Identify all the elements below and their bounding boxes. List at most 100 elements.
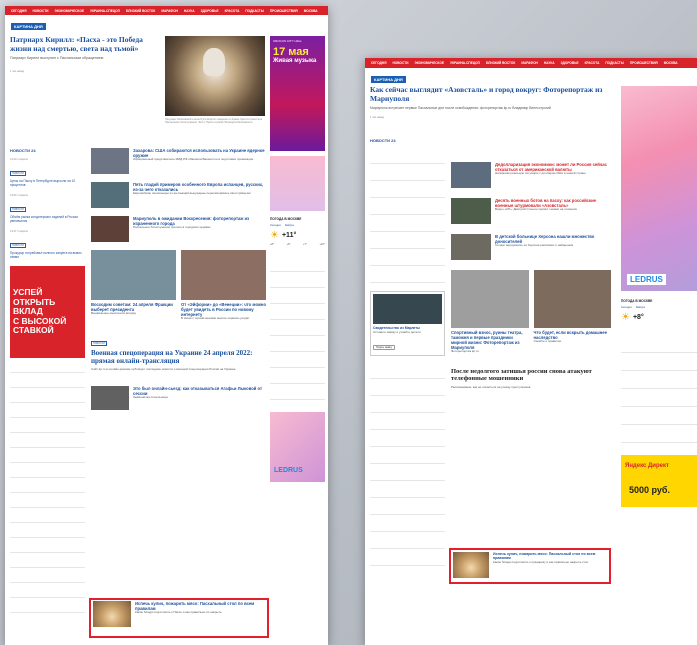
nav-item[interactable]: Подкасты <box>245 9 263 13</box>
nav-item[interactable]: Сегодня <box>371 61 387 65</box>
nav-item[interactable]: Красота <box>585 61 600 65</box>
story-title[interactable]: От «Эйфории» до «Венеции»: что можно буд… <box>181 302 266 317</box>
news-feed-more <box>370 361 445 582</box>
nav-item[interactable]: Москва <box>304 9 318 13</box>
story-card[interactable]: Это был онлайн-сьезд: как отказываться А… <box>91 385 266 410</box>
story-card[interactable]: Десять военных ботов на пасху: как росси… <box>451 198 611 224</box>
nav-item[interactable]: Происшествия <box>630 61 658 65</box>
nav-item[interactable]: Подкасты <box>605 61 623 65</box>
story-card[interactable]: Дедолларизация экономики: может ли Росси… <box>451 162 611 188</box>
side-news-list <box>270 256 325 406</box>
weather-title: ПОГОДА В МОСКВЕ <box>621 299 653 303</box>
story-card[interactable]: Мариуполь в ожидании Воскресения: фоторе… <box>91 216 266 242</box>
lead-photo-caption: Патриарх Московский и всея Руси Кирилл с… <box>165 118 263 125</box>
news-text: Объём рынка кондитерских изделий в Росси… <box>10 215 78 223</box>
section-story[interactable]: После недолгого затишья россии снова ата… <box>451 368 611 390</box>
photo-story[interactable]: Восходим советам: 24 апреля Фракции выбе… <box>91 250 176 321</box>
nav-item[interactable]: Сегодня <box>11 9 27 13</box>
ledrus-logo: LEDRUS <box>627 274 666 285</box>
live-title[interactable]: Военная спецоперация на Украине 24 апрел… <box>91 349 266 365</box>
lead-title[interactable]: Патриарх Кирилл: «Пасха - это Победа жиз… <box>10 35 160 53</box>
nav-item[interactable]: Происшествия <box>270 9 298 13</box>
photo-story-thumb <box>91 250 176 300</box>
weather-forecast: +8° +9° +7° +10° <box>270 243 325 246</box>
story-desc: Знаменитая отшельница <box>133 394 168 399</box>
story-thumb <box>451 234 491 260</box>
nav-item[interactable]: Экономическое <box>414 61 444 65</box>
photo-story-thumb <box>451 270 529 328</box>
news-text: Прокурор потребовал полного запрета на в… <box>10 251 82 259</box>
photo-story-row: Восходим советам: 24 апреля Фракции выбе… <box>91 250 266 321</box>
news-time: 14:04 1 апреля <box>10 194 28 197</box>
nav-item[interactable]: Здоровье <box>561 61 579 65</box>
photo-story-thumb <box>181 250 266 300</box>
side-ad[interactable] <box>270 156 325 211</box>
patriarch-figure <box>203 48 225 76</box>
story-desc: Европейские пенсионеры из-за санкций вын… <box>133 191 251 195</box>
concert-ad-banner[interactable]: CROCUS CITY HALL 17 мая Живая музыка <box>270 36 325 151</box>
nav-item[interactable]: Украина-Спецоп <box>450 61 480 65</box>
news-time: 14:20 1 апреля <box>10 158 28 161</box>
story-title[interactable]: Спортивный взнос, руины театра, таможня … <box>451 330 529 350</box>
nav-item[interactable]: Красота <box>225 9 240 13</box>
lead-time: 1 час назад <box>370 116 384 120</box>
nav-item[interactable]: Близкий Восток <box>486 61 515 65</box>
sidebar-ad[interactable]: Свидетельство из Марлеты Оставьте заявку… <box>370 291 445 356</box>
story-thumb <box>91 216 129 242</box>
nav-item[interactable]: Марафон <box>161 9 178 13</box>
side-news-list <box>621 335 697 445</box>
nav-item[interactable]: Марафон <box>521 61 538 65</box>
right-column: ПОГОДА В МОСКВЕ Сегодня Завтра ☀ +11° +8… <box>270 156 325 482</box>
news-tag: НОВОСТИ <box>10 207 26 212</box>
news-feed-item[interactable]: 14:04 1 апреля НОВОСТИ Объём рынка конди… <box>10 194 85 223</box>
live-section[interactable]: НОВОСТИ Военная спецоперация на Украине … <box>91 331 266 372</box>
weather-tab-today[interactable]: Сегодня <box>270 223 281 227</box>
ledrus-logo: LEDRUS <box>274 467 303 474</box>
nav-item[interactable]: Наука <box>544 61 555 65</box>
lead-story[interactable]: Патриарх Кирилл: «Пасха - это Победа жиз… <box>10 35 160 73</box>
ad-text: Живая музыка <box>273 58 317 64</box>
weather-tab-tomorrow[interactable]: Завтра <box>285 223 294 227</box>
weather-tab-tomorrow[interactable]: Завтра <box>636 305 645 309</box>
ad-text: Оставьте заявку и узнайте детали <box>373 330 421 334</box>
section-story-title[interactable]: После недолгого затишья россии снова ата… <box>451 368 611 383</box>
ad-photo <box>373 294 442 324</box>
photo-story[interactable]: От «Эйфории» до «Венеции»: что можно буд… <box>181 250 266 321</box>
story-thumb <box>91 385 129 410</box>
loan-ad-banner[interactable]: УСПЕЙ ОТКРЫТЬ ВКЛАД С ВЫСОКОЙ СТАВКОЙ <box>10 266 85 358</box>
section-story-desc: Рассказываем, как не попасться на уловку… <box>451 384 531 389</box>
ad-date: 17 мая <box>273 46 309 58</box>
ledrus-ad[interactable]: LEDRUS <box>270 412 325 482</box>
weather-tab-today[interactable]: Сегодня <box>621 305 632 309</box>
yandex-direct-ad[interactable]: Яндекс Директ 5000 руб. <box>621 455 697 507</box>
nav-item[interactable]: Новости <box>33 9 49 13</box>
story-card[interactable]: Пять гладий примеров особенного Европа и… <box>91 182 266 208</box>
ad-apply-button[interactable]: Подать заявку <box>373 344 395 350</box>
nav-item[interactable]: Москва <box>664 61 678 65</box>
lead-story[interactable]: Как сейчас выглядит «Азовсталь» и город … <box>370 85 615 120</box>
nav-item[interactable]: Близкий Восток <box>126 9 155 13</box>
news-feed-item[interactable]: 14:20 1 апреля НОВОСТИ Цены на Пасху в П… <box>10 158 85 187</box>
nav-item[interactable]: Новости <box>393 61 409 65</box>
photo-story[interactable]: Что будет, если вскрыть домашнее наследс… <box>533 270 611 354</box>
nav-item[interactable]: Экономическое <box>54 9 84 13</box>
story-card[interactable]: Захарова: США собираются использовать на… <box>91 148 266 174</box>
forecast-temp: +8° <box>270 243 274 246</box>
patriarch-photo[interactable] <box>165 36 265 116</box>
photo-story-thumb <box>533 270 611 328</box>
story-desc: Видео «КП»: Дмитрий Стешин провёл съёмки… <box>495 207 577 211</box>
weather-temp: +11° <box>281 232 297 239</box>
section-rubric[interactable]: КАРТИНА ДНЯ <box>371 76 406 83</box>
section-rubric[interactable]: КАРТИНА ДНЯ <box>11 23 46 30</box>
news-feed-more <box>10 358 85 618</box>
lead-title[interactable]: Как сейчас выглядит «Азовсталь» и город … <box>370 85 615 103</box>
story-desc: Солдат вернувшись из Херсона рассказал о… <box>495 243 574 247</box>
story-thumb <box>451 162 491 188</box>
nav-item[interactable]: Украина-Спецоп <box>90 9 120 13</box>
story-card[interactable]: В детской больнице Херсона нашли множест… <box>451 234 611 260</box>
photo-story[interactable]: Спортивный взнос, руины театра, таможня … <box>451 270 529 354</box>
ledrus-ad[interactable]: LEDRUS <box>621 86 697 291</box>
news-feed-item[interactable]: 13:47 1 апреля НОВОСТИ Прокурор потребов… <box>10 230 85 259</box>
nav-item[interactable]: Здоровье <box>201 9 219 13</box>
nav-item[interactable]: Наука <box>184 9 195 13</box>
